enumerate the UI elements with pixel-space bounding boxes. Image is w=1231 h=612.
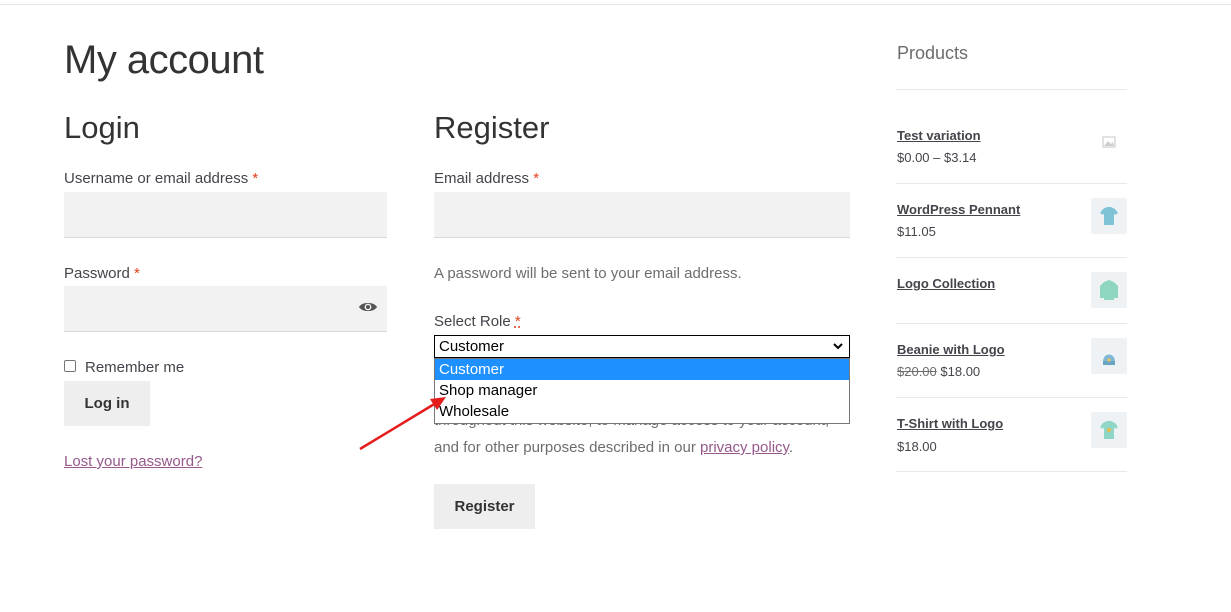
beanie-thumbnail-icon[interactable]	[1091, 338, 1127, 374]
product-link-test-variation[interactable]: Test variation	[897, 128, 981, 143]
product-link-wordpress-pennant[interactable]: WordPress Pennant	[897, 202, 1020, 217]
hoodie-thumbnail-icon[interactable]	[1091, 272, 1127, 308]
product-price: $18.00	[897, 439, 937, 454]
product-divider	[896, 471, 1127, 472]
product-divider	[896, 397, 1127, 398]
sidebar-title: Products	[897, 43, 969, 63]
sidebar-divider	[896, 89, 1127, 90]
old-price: $20.00	[897, 364, 937, 379]
product-price: $0.00 – $3.14	[897, 150, 977, 165]
product-price: $11.05	[897, 224, 936, 239]
annotation-arrow	[359, 397, 446, 451]
product-link-tshirt-with-logo[interactable]: T-Shirt with Logo	[897, 416, 1003, 431]
product-divider	[896, 183, 1127, 184]
product-link-logo-collection[interactable]: Logo Collection	[897, 276, 995, 291]
product-divider	[896, 323, 1127, 324]
product-divider	[896, 257, 1127, 258]
product-link-beanie-with-logo[interactable]: Beanie with Logo	[897, 342, 1005, 357]
placeholder-image-icon[interactable]	[1091, 124, 1127, 160]
sale-price: $18.00	[940, 364, 981, 379]
tshirt-thumbnail-icon[interactable]	[1091, 412, 1127, 448]
polo-shirt-thumbnail-icon[interactable]	[1091, 198, 1127, 234]
product-price: $20.00 $18.00	[897, 364, 980, 379]
